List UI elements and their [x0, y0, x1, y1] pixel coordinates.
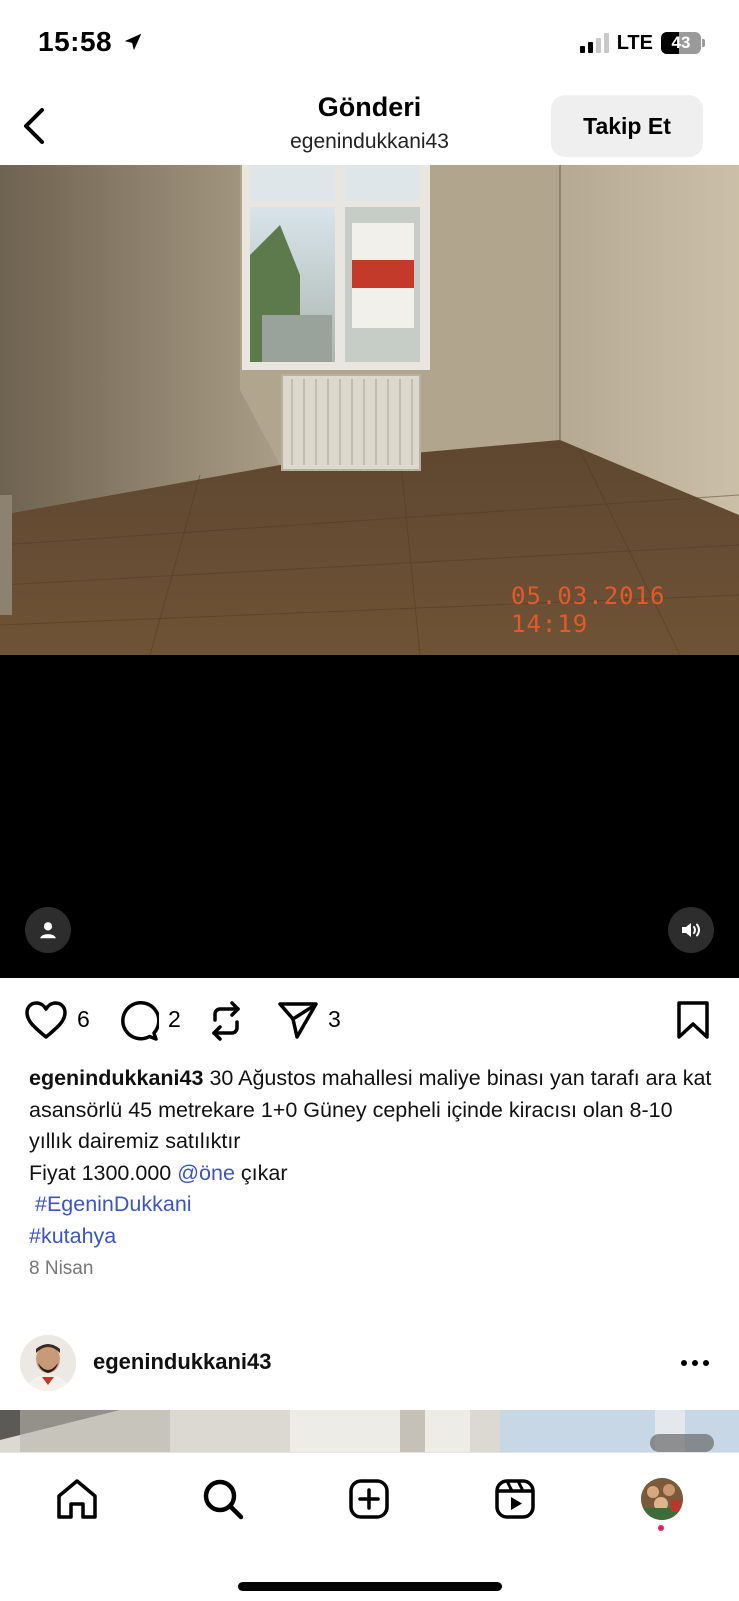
- status-bar-time: 15:58: [38, 26, 144, 58]
- reels-icon: [495, 1479, 535, 1519]
- heart-icon: [25, 1001, 67, 1039]
- repost-button[interactable]: [206, 1000, 246, 1047]
- comment-icon: [121, 1000, 161, 1041]
- battery-icon: 43: [661, 32, 705, 54]
- signal-icon: [579, 33, 609, 53]
- user-tag-icon: [40, 922, 56, 939]
- caption-price-suffix: çıkar: [240, 1160, 288, 1185]
- caption-username[interactable]: egenindukkani43: [29, 1066, 203, 1090]
- search-icon: [203, 1479, 244, 1520]
- hashtag-link[interactable]: #kutahya: [29, 1224, 116, 1248]
- send-icon: [278, 1002, 318, 1039]
- tab-search[interactable]: [199, 1475, 247, 1523]
- caption-price: Fiyat 1300.000: [29, 1160, 172, 1185]
- bookmark-icon: [677, 1001, 709, 1039]
- caption-hashtag-line-1: #EgeninDukkani: [29, 1189, 719, 1221]
- like-count[interactable]: 6: [77, 1006, 90, 1033]
- sound-toggle-button[interactable]: [668, 907, 714, 953]
- location-arrow-icon: [125, 33, 142, 51]
- status-bar-indicators: LTE 43: [579, 30, 705, 56]
- save-button[interactable]: [675, 1000, 711, 1045]
- more-options-icon[interactable]: [681, 1355, 713, 1371]
- caption-price-line: Fiyat 1300.000 @öne çıkar: [29, 1158, 719, 1190]
- post-caption: egenindukkani43 30 Ağustos mahallesi mal…: [29, 1063, 719, 1252]
- tagged-users-button[interactable]: [25, 907, 71, 953]
- comment-count[interactable]: 2: [168, 1006, 181, 1033]
- follow-button[interactable]: Takip Et: [551, 95, 703, 157]
- share-count[interactable]: 3: [328, 1006, 341, 1033]
- profile-avatar: [641, 1478, 683, 1520]
- home-icon: [57, 1479, 97, 1519]
- caption-body: egenindukkani43 30 Ağustos mahallesi mal…: [29, 1063, 719, 1158]
- post-actions: 6 2 3: [0, 990, 739, 1050]
- next-post-avatar[interactable]: [20, 1335, 76, 1391]
- caption-mention-link[interactable]: @öne: [177, 1161, 235, 1185]
- network-type: LTE: [616, 31, 653, 54]
- battery-level: 43: [671, 33, 691, 52]
- tab-reels[interactable]: [491, 1475, 539, 1523]
- tab-home[interactable]: [53, 1475, 101, 1523]
- bottom-tab-bar: [0, 1452, 739, 1601]
- tab-create[interactable]: [345, 1475, 393, 1523]
- avatar-image: [20, 1335, 76, 1391]
- post-media[interactable]: 05.03.2016 14:19: [0, 165, 739, 978]
- repost-icon: [212, 1001, 240, 1041]
- next-post-username[interactable]: egenindukkani43: [93, 1349, 272, 1375]
- tab-profile[interactable]: [638, 1475, 686, 1523]
- hashtag-link[interactable]: #EgeninDukkani: [35, 1192, 192, 1216]
- notification-dot: [658, 1525, 664, 1531]
- sound-on-icon: [682, 923, 700, 937]
- next-post-photo-preview[interactable]: [0, 1410, 739, 1452]
- create-icon: [349, 1479, 389, 1519]
- photo-timestamp: 05.03.2016 14:19: [511, 582, 666, 638]
- share-button[interactable]: [277, 1000, 319, 1045]
- like-button[interactable]: [24, 1000, 68, 1045]
- home-indicator: [238, 1582, 502, 1591]
- post-date: 8 Nisan: [29, 1258, 94, 1279]
- comment-button[interactable]: [117, 1000, 161, 1047]
- caption-hashtag-line-2: #kutahya: [29, 1221, 719, 1253]
